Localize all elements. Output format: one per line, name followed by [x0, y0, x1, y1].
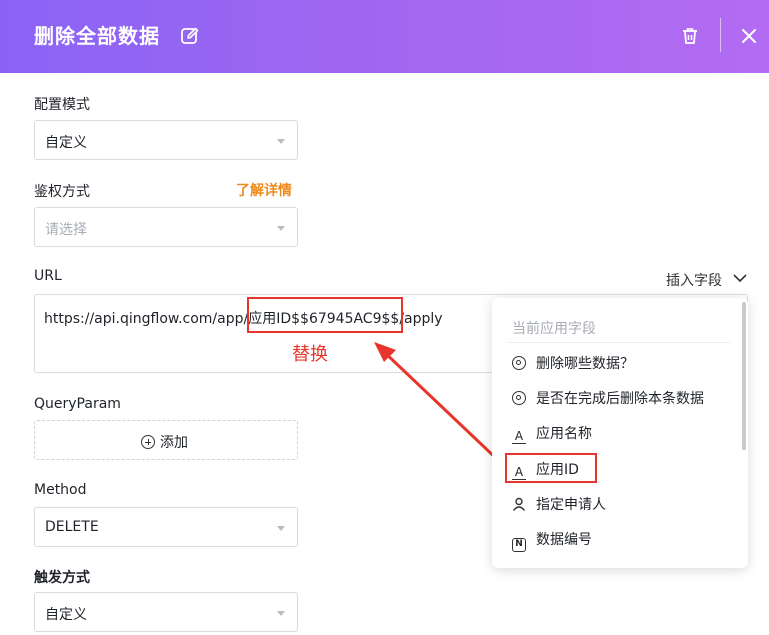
highlight-box [505, 453, 597, 483]
add-label: 添加 [160, 435, 188, 451]
trigger-label: 触发方式 [34, 570, 90, 586]
insert-field-dropdown: 当前应用字段 删除哪些数据？ 是否在完成后删除本条数据 A 应用名称 A 应用ID … [492, 298, 748, 568]
dropdown-item-label: 数据编号 [536, 532, 592, 548]
text-field-icon: A [512, 430, 526, 444]
dialog-header: 删除全部数据 [0, 0, 769, 73]
dropdown-item[interactable]: 是否在完成后删除本条数据 [512, 388, 704, 408]
radio-icon [512, 391, 526, 405]
config-mode-label: 配置模式 [34, 97, 90, 113]
method-select[interactable]: DELETE [34, 507, 298, 547]
caret-down-icon [277, 526, 285, 531]
plus-circle-icon [141, 435, 155, 449]
annotation-text: 替换 [292, 344, 328, 365]
dialog-title: 删除全部数据 [34, 24, 160, 48]
dropdown-item-label: 指定申请人 [536, 497, 606, 513]
auth-placeholder: 请选择 [45, 222, 87, 238]
add-query-param-button[interactable]: 添加 [34, 420, 298, 460]
url-suffix: /apply [399, 311, 443, 327]
chevron-down-icon[interactable] [732, 272, 748, 284]
caret-down-icon [277, 226, 285, 231]
dropdown-divider [508, 342, 730, 343]
trigger-select[interactable]: 自定义 [34, 592, 298, 632]
method-label: Method [34, 482, 87, 498]
dropdown-scrollbar[interactable] [742, 302, 746, 450]
url-label: URL [34, 268, 62, 284]
config-mode-select[interactable]: 自定义 [34, 120, 298, 160]
highlight-box [247, 297, 403, 333]
caret-down-icon [277, 611, 285, 616]
url-prefix: https://api.qingflow.com/app/ [44, 311, 249, 327]
dropdown-header: 当前应用字段 [512, 321, 596, 337]
dropdown-item-label: 删除哪些数据？ [536, 356, 634, 372]
person-icon [512, 497, 526, 511]
query-param-label: QueryParam [34, 396, 121, 412]
trash-icon[interactable] [680, 26, 700, 46]
dropdown-item[interactable]: 指定申请人 [512, 494, 606, 514]
close-icon[interactable] [740, 27, 758, 45]
header-divider [720, 18, 721, 52]
dropdown-item-label: 是否在完成后删除本条数据 [536, 391, 704, 407]
insert-field-button[interactable]: 插入字段 [666, 270, 722, 290]
radio-icon [512, 356, 526, 370]
method-value: DELETE [45, 519, 99, 535]
caret-down-icon [277, 139, 285, 144]
learn-more-link[interactable]: 了解详情 [236, 180, 292, 200]
dropdown-item[interactable]: N 数据编号 [512, 529, 592, 552]
trigger-value: 自定义 [45, 607, 87, 623]
edit-icon[interactable] [180, 26, 200, 46]
annotation-arrow [374, 342, 502, 464]
dropdown-item[interactable]: A 应用名称 [512, 423, 592, 444]
dropdown-item[interactable]: 删除哪些数据？ [512, 353, 634, 373]
config-mode-value: 自定义 [45, 135, 87, 151]
auth-label: 鉴权方式 [34, 184, 90, 200]
dropdown-item-label: 应用名称 [536, 426, 592, 442]
number-icon: N [512, 538, 526, 552]
auth-select[interactable]: 请选择 [34, 207, 298, 247]
